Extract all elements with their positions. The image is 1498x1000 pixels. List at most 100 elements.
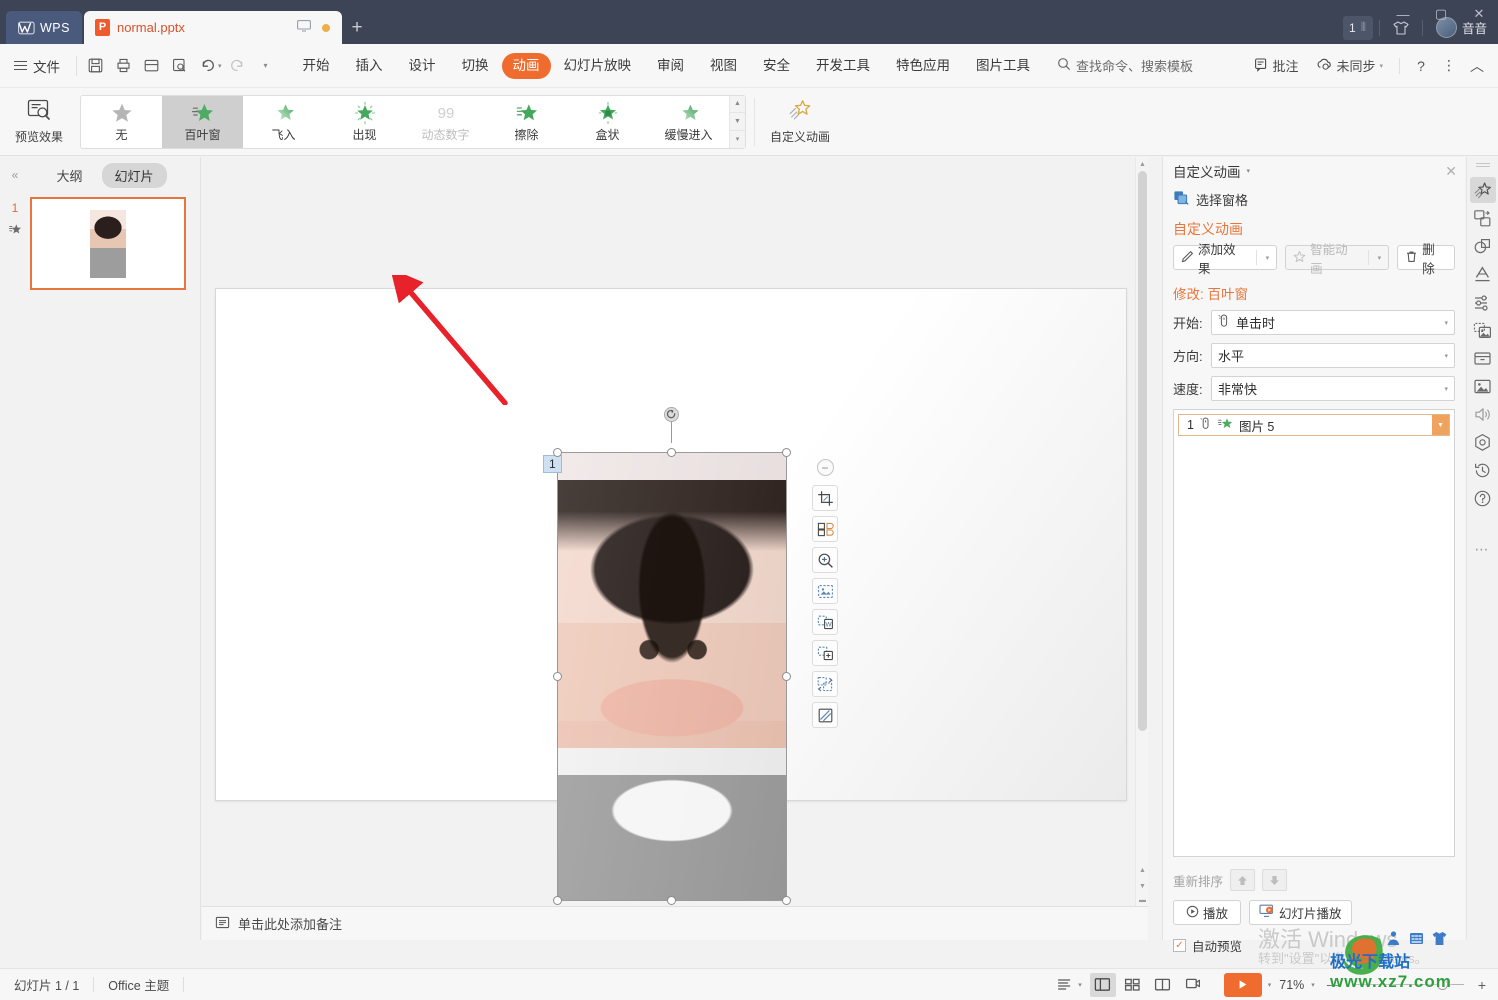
reading-view-icon[interactable] — [1150, 973, 1176, 997]
rail-more-button[interactable]: ⋯ — [1475, 541, 1491, 558]
close-button[interactable]: ✕ — [1460, 0, 1498, 28]
anim-effect-fly-in[interactable]: 飞入 — [243, 96, 324, 148]
start-select[interactable]: 单击时 ▾ — [1211, 310, 1455, 335]
slide-thumbnail[interactable] — [30, 197, 186, 290]
menu-item-0[interactable]: 开始 — [290, 53, 343, 79]
adjust-sliders-icon[interactable] — [1470, 289, 1496, 315]
minimize-button[interactable]: — — [1384, 0, 1422, 28]
animation-order-tag[interactable]: 1 — [543, 455, 562, 473]
search-commands-button[interactable]: 查找命令、搜索模板 — [1057, 56, 1193, 75]
transition-icon[interactable] — [1470, 205, 1496, 231]
add-effect-button[interactable]: 添加效果 ▾ — [1173, 243, 1278, 276]
add-image-icon[interactable] — [812, 640, 838, 666]
shape-icon[interactable] — [1470, 233, 1496, 259]
notes-placeholder-bar[interactable]: 单击此处添加备注 — [202, 906, 1148, 940]
menu-item-10[interactable]: 特色应用 — [883, 53, 963, 79]
tab-slides[interactable]: 幻灯片 — [101, 162, 167, 188]
theme-label[interactable]: Office 主题 — [94, 975, 183, 994]
chevron-left-icon[interactable]: « — [4, 168, 26, 182]
audio-icon[interactable] — [1470, 401, 1496, 427]
menu-item-2[interactable]: 设计 — [396, 53, 449, 79]
menu-item-5[interactable]: 幻灯片放映 — [551, 53, 645, 79]
slide-sorter-icon[interactable] — [1120, 973, 1146, 997]
menu-item-9[interactable]: 开发工具 — [803, 53, 883, 79]
chevron-down-icon[interactable]: ▾ — [1444, 319, 1448, 327]
gallery-scroll-down-button[interactable]: ▼ — [730, 113, 745, 131]
animation-item-dropdown-button[interactable]: ▼ — [1432, 415, 1449, 435]
anim-effect-box[interactable]: 盒状 — [567, 96, 648, 148]
zoom-in-icon[interactable] — [812, 547, 838, 573]
animation-list-item[interactable]: 1 图片 5 ▼ — [1178, 414, 1450, 436]
menu-item-animation[interactable]: 动画 — [501, 52, 551, 79]
crop-icon[interactable] — [812, 485, 838, 511]
tab-count-badge[interactable]: 1 ⦀ — [1343, 15, 1373, 40]
slideshow-dropdown-caret-icon[interactable]: ▾ — [1268, 981, 1272, 989]
menu-item-3[interactable]: 切换 — [449, 53, 502, 79]
redo-icon[interactable] — [224, 52, 252, 80]
speed-select[interactable]: 非常快 ▾ — [1211, 376, 1455, 401]
badge-icon[interactable] — [1470, 429, 1496, 455]
resize-handle-ne[interactable] — [782, 448, 791, 457]
gallery-scroll-up-button[interactable]: ▲ — [730, 95, 745, 114]
picture-icon[interactable] — [1470, 373, 1496, 399]
wps-home-button[interactable]: WPS — [6, 11, 82, 44]
present-monitor-icon[interactable] — [297, 20, 311, 35]
zoom-slider-knob[interactable] — [1436, 979, 1448, 990]
resize-handle-w[interactable] — [553, 672, 562, 681]
customize-toolbar-icon[interactable]: ▾ — [252, 52, 280, 80]
resize-handle-n[interactable] — [667, 448, 676, 457]
help-circle-icon[interactable] — [1470, 485, 1496, 511]
help-button[interactable]: ? — [1408, 53, 1434, 79]
collapse-ribbon-button[interactable]: ︿ — [1464, 53, 1490, 79]
direction-select[interactable]: 水平 ▾ — [1211, 343, 1455, 368]
zoom-out-button[interactable]: — — [1327, 977, 1340, 992]
menu-item-7[interactable]: 视图 — [697, 53, 750, 79]
move-down-button[interactable] — [1262, 869, 1288, 891]
menu-item-11[interactable]: 图片工具 — [963, 53, 1043, 79]
custom-animation-button[interactable]: 自定义动画 — [763, 92, 837, 152]
replace-image-icon[interactable] — [812, 671, 838, 697]
scroll-next-slide-icon[interactable]: ▼ — [1136, 879, 1149, 893]
document-tab-normal-pptx[interactable]: P normal.pptx — [84, 11, 342, 44]
slide-counter[interactable]: 幻灯片 1 / 1 — [0, 975, 93, 994]
scrollbar-thumb[interactable] — [1138, 171, 1147, 731]
comment-button[interactable]: 批注 — [1245, 53, 1306, 79]
anim-effect-dynamic-number[interactable]: 99 动态数字 — [405, 96, 486, 148]
delete-effect-button[interactable]: 删除 — [1397, 243, 1455, 276]
scroll-up-arrow-icon[interactable]: ▲ — [1136, 157, 1149, 171]
menu-item-1[interactable]: 插入 — [343, 53, 396, 79]
animation-effects-list[interactable]: 1 图片 5 ▼ — [1173, 409, 1455, 857]
anim-effect-blinds[interactable]: 百叶窗 — [162, 95, 243, 148]
remove-background-icon[interactable] — [812, 578, 838, 604]
resize-handle-e[interactable] — [782, 672, 791, 681]
canvas-vertical-scrollbar[interactable]: ▲ ▲ ▼ ▬ — [1135, 157, 1148, 906]
anim-effect-none[interactable]: 无 — [81, 96, 162, 148]
anim-effect-slow-enter[interactable]: 缓慢进入 — [648, 96, 729, 148]
selection-pane-button[interactable]: 选择窗格 — [1163, 185, 1465, 217]
tab-outline[interactable]: 大纲 — [43, 163, 95, 188]
print-preview-icon[interactable] — [165, 52, 193, 80]
close-panel-icon[interactable]: ✕ — [1445, 163, 1457, 180]
file-menu-button[interactable]: 文件 — [0, 56, 72, 76]
gallery-expand-button[interactable]: ▾ — [730, 130, 745, 148]
box-icon[interactable] — [1470, 345, 1496, 371]
more-options-button[interactable]: ⋮ — [1436, 53, 1462, 79]
slide-animation-star-icon[interactable] — [8, 223, 22, 239]
scroll-down-arrow-icon[interactable]: ▲ — [1136, 863, 1149, 877]
flip-compare-icon[interactable] — [812, 516, 838, 542]
chevron-down-icon[interactable]: ▾ — [1266, 254, 1270, 262]
save-as-icon[interactable] — [137, 52, 165, 80]
image-collection-icon[interactable] — [1470, 317, 1496, 343]
maximize-button[interactable]: ▢ — [1422, 0, 1460, 28]
resize-handle-se[interactable] — [782, 896, 791, 905]
chevron-down-icon[interactable]: ▾ — [1444, 352, 1448, 360]
start-slideshow-button[interactable] — [1223, 972, 1262, 997]
rail-grip-handle[interactable] — [1475, 163, 1490, 171]
outline-view-icon[interactable] — [1052, 973, 1078, 997]
presenter-view-icon[interactable] — [1180, 973, 1206, 997]
print-icon[interactable] — [109, 52, 137, 80]
view-dropdown-caret-icon[interactable]: ▾ — [1078, 981, 1082, 989]
auto-preview-checkbox[interactable]: ✓ 自动预览 — [1163, 925, 1465, 955]
menu-item-6[interactable]: 审阅 — [644, 53, 697, 79]
zoom-in-button[interactable]: + — [1478, 977, 1486, 993]
